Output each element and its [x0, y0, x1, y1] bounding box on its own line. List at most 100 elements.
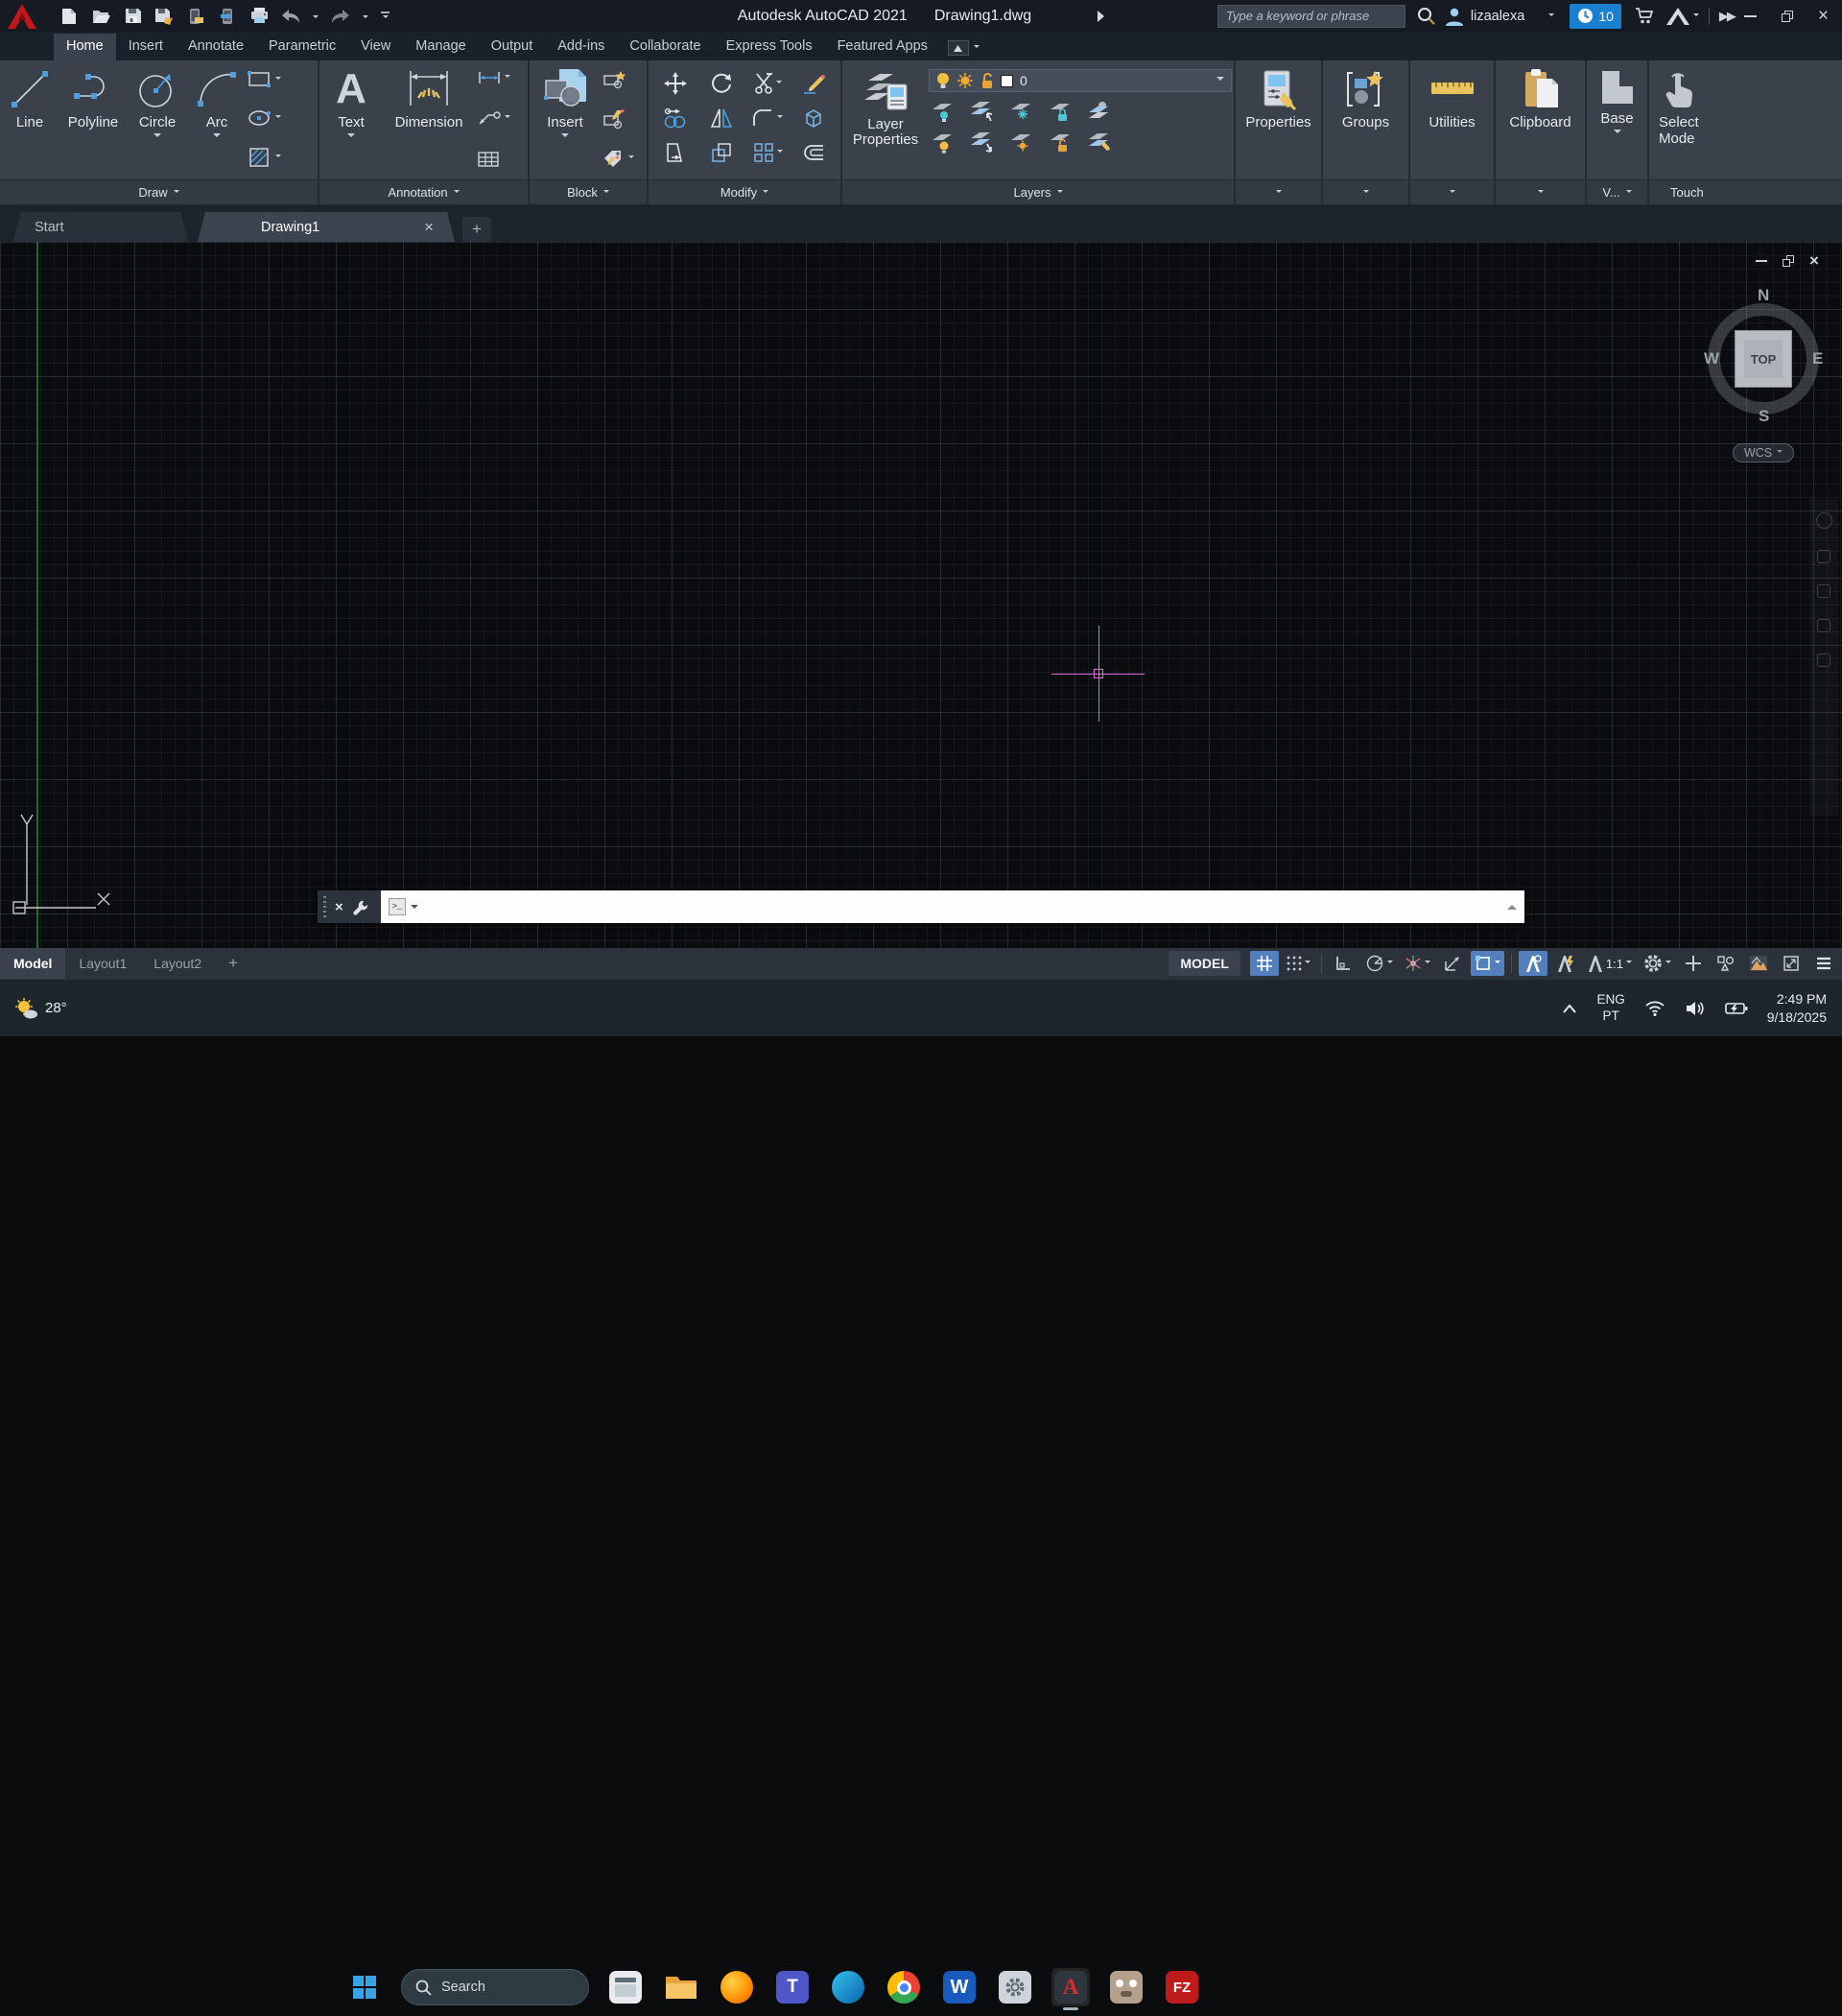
- layer-color-swatch[interactable]: [1001, 75, 1013, 87]
- explode-tool-button[interactable]: [802, 107, 825, 130]
- redo-dropdown-caret[interactable]: [363, 15, 368, 21]
- view-panel-footer[interactable]: V...: [1587, 179, 1647, 204]
- new-drawing-tab-button[interactable]: +: [462, 217, 491, 242]
- layers-panel-footer[interactable]: Layers: [842, 179, 1234, 204]
- new-layout-button[interactable]: +: [215, 948, 251, 979]
- start-button[interactable]: [345, 1968, 384, 2006]
- utilities-button[interactable]: Utilities: [1428, 60, 1477, 179]
- ellipse-dropdown-caret[interactable]: [275, 115, 281, 121]
- array-tool-button[interactable]: [752, 141, 783, 164]
- layer-match-button[interactable]: [1086, 130, 1111, 154]
- layer-make-current-button[interactable]: [1086, 100, 1111, 123]
- annotation-visibility-button[interactable]: [1519, 951, 1547, 976]
- viewcube-top-face[interactable]: TOP: [1735, 330, 1792, 388]
- undo-button[interactable]: [281, 7, 300, 26]
- ribbon-tab-manage[interactable]: Manage: [403, 34, 478, 60]
- drawing-minimize-button[interactable]: [1756, 260, 1767, 262]
- command-input[interactable]: [423, 890, 1502, 923]
- annotation-panel-footer[interactable]: Annotation: [319, 179, 528, 204]
- drawing-restore-button[interactable]: [1783, 255, 1794, 267]
- ellipse-tool-button[interactable]: [248, 109, 281, 127]
- taskbar-app-settings[interactable]: [996, 1968, 1034, 2006]
- layer-dropdown-caret[interactable]: [1216, 77, 1224, 84]
- layer-thaw-button[interactable]: [1007, 130, 1032, 154]
- autodesk-menu-button[interactable]: [1666, 8, 1699, 25]
- arc-tool-button[interactable]: Arc: [188, 60, 246, 179]
- layout-tab-layout1[interactable]: Layout1: [65, 948, 140, 979]
- linear-dimension-button[interactable]: [477, 70, 510, 85]
- taskbar-app-firefox[interactable]: [718, 1968, 756, 2006]
- layer-properties-button[interactable]: Layer Properties: [842, 60, 929, 179]
- autocad-app-logo[interactable]: [0, 0, 44, 32]
- workspace-caret[interactable]: [1665, 961, 1671, 966]
- block-panel-footer[interactable]: Block: [530, 179, 647, 204]
- battery-icon[interactable]: [1725, 1002, 1748, 1015]
- osnap-caret[interactable]: [1495, 961, 1500, 966]
- attributes-caret[interactable]: [628, 155, 634, 161]
- rectangle-dropdown-caret[interactable]: [275, 77, 281, 83]
- arc-dropdown-caret[interactable]: [213, 133, 221, 141]
- taskbar-app-gimp[interactable]: [1107, 1968, 1145, 2006]
- autoscale-button[interactable]: [1551, 951, 1580, 976]
- volume-icon[interactable]: [1685, 1000, 1706, 1017]
- fillet-caret[interactable]: [777, 115, 783, 121]
- navigation-bar[interactable]: [1809, 499, 1838, 816]
- ribbon-minimize-caret[interactable]: [974, 45, 980, 51]
- layout-tab-layout2[interactable]: Layout2: [140, 948, 215, 979]
- properties-button[interactable]: Properties: [1245, 60, 1311, 179]
- erase-tool-button[interactable]: [802, 72, 825, 95]
- mirror-tool-button[interactable]: [710, 107, 733, 129]
- minimize-window-button[interactable]: [1744, 15, 1757, 17]
- clock-widget[interactable]: 2:49 PM 9/18/2025: [1767, 990, 1827, 1027]
- linear-dimension-caret[interactable]: [505, 75, 510, 81]
- ribbon-tab-home[interactable]: Home: [54, 34, 116, 60]
- select-mode-button[interactable]: Select Mode: [1659, 60, 1701, 179]
- move-tool-button[interactable]: [664, 72, 687, 95]
- polar-caret[interactable]: [1387, 961, 1393, 966]
- snap-caret[interactable]: [1305, 961, 1311, 966]
- ribbon-tab-parametric[interactable]: Parametric: [256, 34, 348, 60]
- save-to-web-mobile-button[interactable]: [218, 7, 237, 26]
- ribbon-tab-addins[interactable]: Add-ins: [545, 34, 617, 60]
- layer-freeze-button[interactable]: [1007, 100, 1032, 123]
- utilities-panel-footer[interactable]: [1410, 179, 1494, 204]
- object-snap-tracking-button[interactable]: [1438, 951, 1467, 976]
- layer-dropdown[interactable]: 0: [929, 69, 1232, 92]
- base-button[interactable]: Base: [1598, 60, 1637, 179]
- recent-commands-caret[interactable]: [411, 905, 418, 913]
- edit-block-button[interactable]: [602, 109, 634, 129]
- taskbar-app-chrome[interactable]: [885, 1968, 923, 2006]
- zoom-tool-icon[interactable]: [1817, 584, 1830, 598]
- taskbar-app-teams[interactable]: T: [773, 1968, 812, 2006]
- keyword-search-input[interactable]: [1217, 5, 1405, 28]
- viewcube-west-label[interactable]: W: [1704, 349, 1719, 368]
- ribbon-tab-output[interactable]: Output: [479, 34, 546, 60]
- graphics-performance-button[interactable]: [1744, 951, 1773, 976]
- groups-button[interactable]: Groups: [1342, 60, 1389, 179]
- insert-dropdown-caret[interactable]: [561, 133, 569, 141]
- customization-plus-button[interactable]: [1679, 951, 1708, 976]
- command-customize-wrench-icon[interactable]: [352, 899, 368, 915]
- app-store-button[interactable]: [1635, 8, 1654, 25]
- stretch-tool-button[interactable]: [664, 141, 687, 164]
- file-tab-start[interactable]: Start: [13, 212, 188, 242]
- isometric-drafting-button[interactable]: [1401, 951, 1434, 976]
- undo-dropdown-caret[interactable]: [313, 15, 319, 21]
- insert-block-button[interactable]: Insert: [530, 60, 601, 179]
- ribbon-tab-express-tools[interactable]: Express Tools: [714, 34, 825, 60]
- snap-mode-button[interactable]: [1283, 951, 1314, 976]
- base-dropdown-caret[interactable]: [1614, 130, 1621, 137]
- layer-off-button[interactable]: [929, 100, 954, 123]
- create-block-button[interactable]: [602, 70, 634, 89]
- clean-screen-button[interactable]: [1777, 951, 1806, 976]
- hatch-dropdown-caret[interactable]: [275, 154, 281, 160]
- viewcube-south-label[interactable]: S: [1759, 407, 1769, 426]
- layer-unlock-button[interactable]: [1047, 130, 1072, 154]
- clipboard-button[interactable]: Clipboard: [1509, 60, 1570, 179]
- taskbar-app-explorer[interactable]: [662, 1968, 700, 2006]
- leader-caret[interactable]: [505, 115, 510, 121]
- annotation-scale-button[interactable]: 1:1: [1584, 951, 1636, 976]
- status-customization-button[interactable]: [1809, 951, 1838, 976]
- layer-on-button[interactable]: [929, 130, 954, 154]
- ribbon-minimize-button[interactable]: [948, 40, 969, 56]
